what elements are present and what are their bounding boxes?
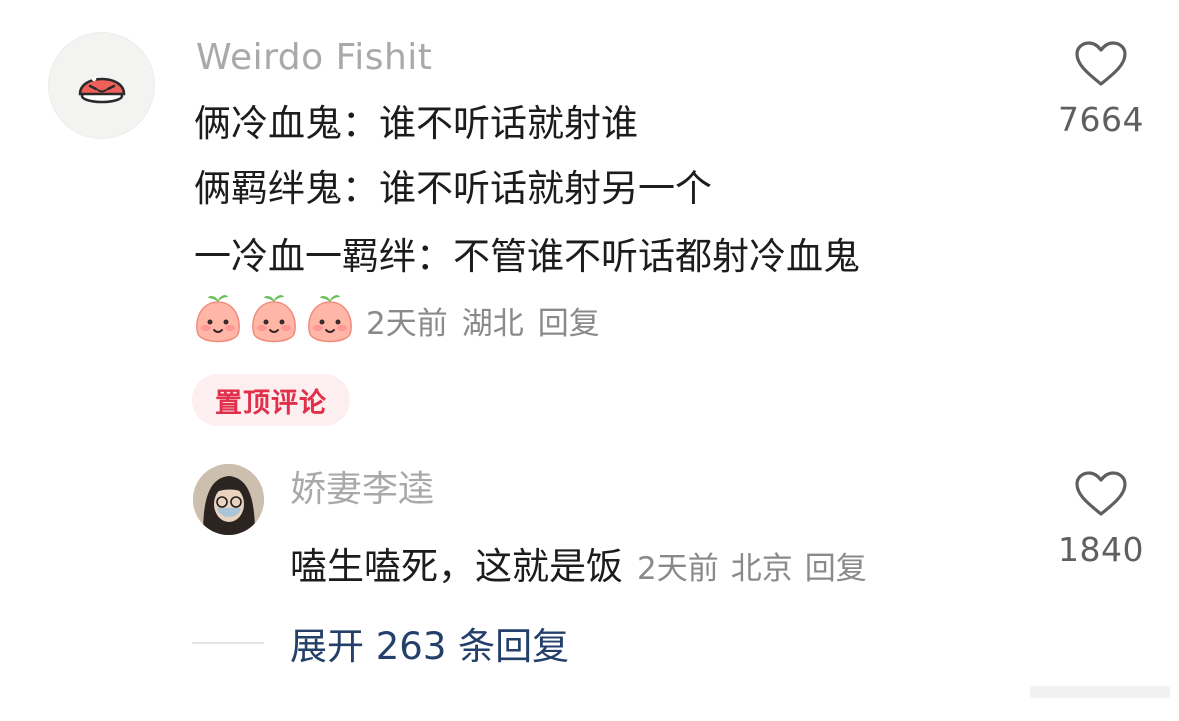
reply-button[interactable]: 回复 xyxy=(805,551,867,587)
comment-time: 2天前 xyxy=(366,306,448,342)
like-button[interactable]: 7664 xyxy=(1046,40,1156,139)
comment-text-line: 一冷血一羁绊：不管谁不听话都射冷血鬼 xyxy=(194,235,860,278)
pinned-badge: 置顶评论 xyxy=(192,374,350,426)
emoji-row xyxy=(192,292,356,346)
peach-face-emoji-icon xyxy=(308,295,352,343)
expand-replies-link[interactable]: 展开 263 条回复 xyxy=(290,616,569,670)
peach-face-emoji-icon xyxy=(252,295,296,343)
peach-face-emoji-icon xyxy=(196,295,240,343)
avatar[interactable] xyxy=(48,32,155,139)
comment-text: 嗑生嗑死，这就是饭 xyxy=(290,545,623,588)
comment-thread: Weirdo Fishit 俩冷血鬼：谁不听话就射谁 俩羁绊鬼：谁不听话就射另一… xyxy=(0,0,1179,721)
expand-replies[interactable]: 展开 263 条回复 xyxy=(192,616,569,670)
comment-location: 湖北 xyxy=(461,306,524,342)
like-count: 7664 xyxy=(1058,100,1144,139)
watermark-icon xyxy=(1030,686,1170,698)
like-count: 1840 xyxy=(1058,530,1144,569)
comment-location: 北京 xyxy=(730,551,793,587)
username[interactable]: 娇妻李逵 xyxy=(290,468,434,512)
comment-text-line: 俩冷血鬼：谁不听话就射谁 xyxy=(194,102,638,145)
divider xyxy=(192,642,264,644)
comment-text-line: 俩羁绊鬼：谁不听话就射另一个 xyxy=(194,167,712,210)
comment-time: 2天前 xyxy=(637,551,719,587)
like-button[interactable]: 1840 xyxy=(1046,470,1156,569)
username[interactable]: Weirdo Fishit xyxy=(196,36,432,80)
comment-meta: 2天前 湖北 回复 xyxy=(366,304,600,344)
pinned-label: 置顶评论 xyxy=(215,387,327,419)
reply-button[interactable]: 回复 xyxy=(538,306,600,342)
avatar[interactable] xyxy=(193,464,264,535)
person-photo-icon xyxy=(193,464,264,535)
mushroom-avatar-icon xyxy=(78,76,125,103)
reply-comment-body: 嗑生嗑死，这就是饭 2天前 北京 回复 xyxy=(290,536,867,590)
comment-meta: 2天前 北京 回复 xyxy=(637,543,867,588)
heart-icon[interactable] xyxy=(1074,40,1128,88)
heart-icon[interactable] xyxy=(1074,470,1128,518)
